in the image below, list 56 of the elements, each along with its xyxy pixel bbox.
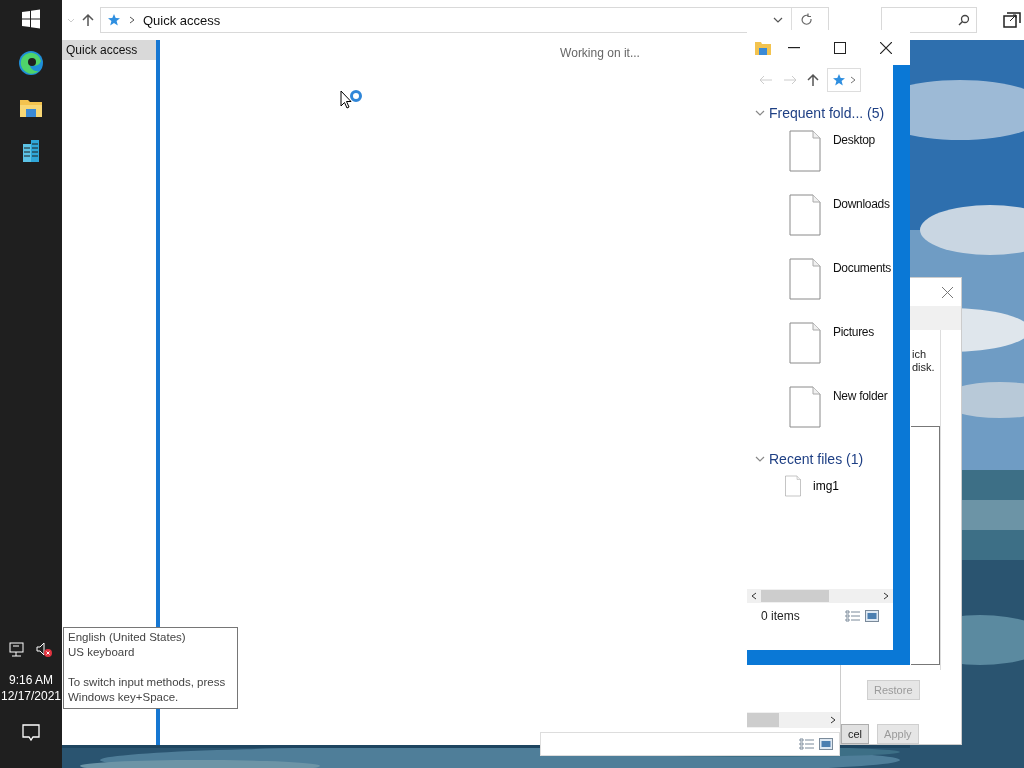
chevron-icon [850,76,856,84]
tiles-view-icon[interactable] [865,610,879,622]
search-icon [958,14,970,26]
start-icon[interactable] [21,9,41,29]
speaker-muted-icon[interactable] [35,642,53,658]
browser-icon[interactable] [17,49,45,77]
maximize-icon[interactable] [834,41,846,54]
file-label[interactable]: img1 [813,479,839,493]
close-icon[interactable] [880,41,892,54]
folder-label[interactable]: Desktop [833,129,875,185]
notification-icon[interactable] [22,724,40,742]
pin-icon [832,73,846,87]
restore-window-icon[interactable] [1003,12,1021,28]
refresh-icon[interactable] [800,13,814,27]
up-arrow-icon[interactable] [807,73,819,87]
tiles-view-icon[interactable] [819,738,833,750]
tooltip-hint: To switch input methods, press Windows key+Space. [68,675,227,705]
horizontal-scrollbar[interactable] [747,712,840,728]
file-icon [789,321,821,365]
status-message: Working on it... [560,46,640,60]
file-icon [789,193,821,237]
dropdown-icon[interactable] [773,15,783,25]
folder-label[interactable]: Downloads [833,193,890,249]
chevron-icon[interactable] [755,108,765,118]
chevron-icon [129,16,135,24]
server-manager-icon[interactable] [20,139,42,163]
address-bar[interactable] [827,68,861,92]
address-bar[interactable]: Quick access [100,7,829,33]
chevron-icon[interactable] [755,454,765,464]
clock-date[interactable]: 12/17/2021 [0,688,62,704]
tooltip-text: US keyboard [68,645,136,660]
minimize-icon[interactable] [788,46,800,49]
up-arrow-icon[interactable] [82,13,94,27]
nav-item[interactable]: Quick access [62,40,156,60]
file-icon [789,385,821,429]
group-header[interactable]: Recent files (1) [769,451,864,467]
dialog-button[interactable]: cel [841,724,870,744]
file-icon [785,475,801,497]
horizontal-scrollbar[interactable] [747,589,893,603]
scroll-left-icon[interactable] [751,592,757,600]
folder-label[interactable]: Documents [833,257,891,313]
busy-cursor-icon [340,90,364,112]
clock-time[interactable]: 9:16 AM [0,672,62,688]
folder-icon [755,40,771,55]
item-count: 0 items [761,609,801,623]
folder-label[interactable]: New folder [833,385,888,441]
folder-icon[interactable] [19,97,43,119]
pin-icon [107,13,121,27]
file-icon [789,129,821,173]
scroll-right-icon[interactable] [830,716,836,724]
tooltip-text: English (United States) [68,630,187,645]
scroll-right-icon[interactable] [883,592,889,600]
group-header[interactable]: Frequent fold... (5) [769,105,885,121]
network-icon[interactable] [9,642,27,658]
file-icon [789,257,821,301]
folder-label[interactable]: Pictures [833,321,874,377]
